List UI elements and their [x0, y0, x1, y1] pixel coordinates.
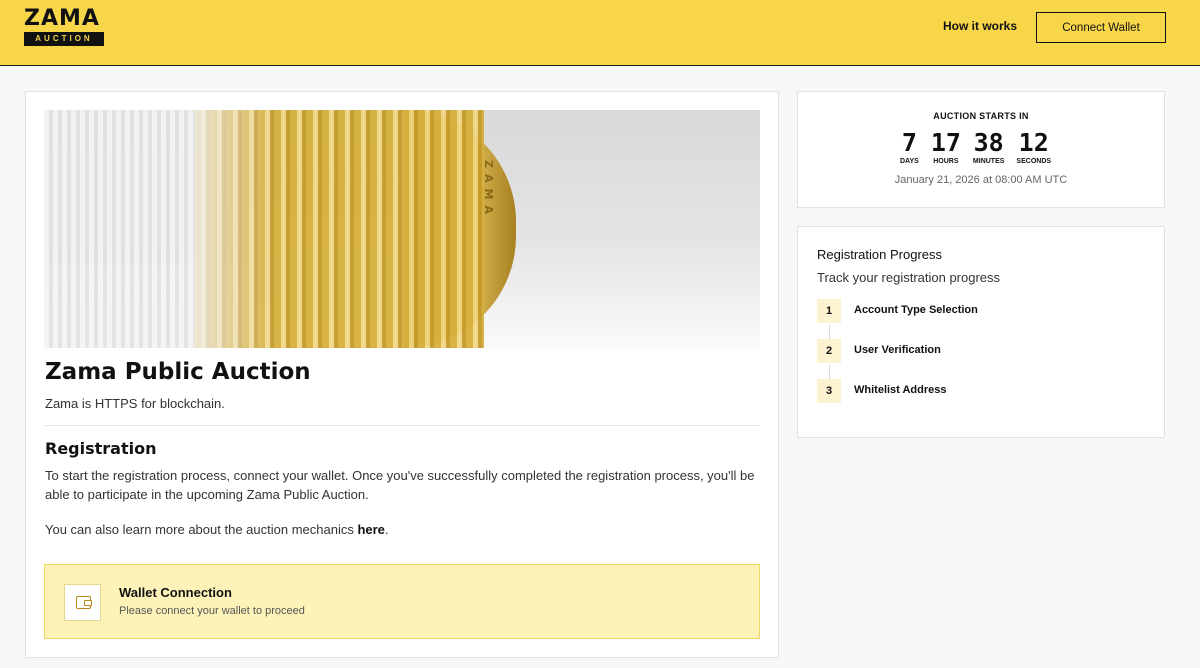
step-label: Account Type Selection: [854, 304, 978, 316]
section-divider: [44, 425, 760, 426]
page-subtitle: Zama is HTTPS for blockchain.: [45, 396, 225, 411]
auction-start-date: January 21, 2026 at 08:00 AM UTC: [894, 174, 1068, 186]
zama-auction-logo[interactable]: ZAMA AUCTION: [24, 8, 106, 46]
top-header: ZAMA AUCTION How it works Connect Wallet: [0, 0, 1200, 66]
minutes-value: 38: [973, 128, 1004, 157]
hero-coin-image: ZAMA: [44, 110, 760, 348]
countdown-seconds: 12 SECONDS: [1016, 128, 1052, 166]
hero-motion-streaks: [44, 110, 194, 348]
progress-subtitle: Track your registration progress: [817, 270, 1001, 285]
learn-more-link[interactable]: here: [357, 522, 384, 537]
seconds-label: SECONDS: [1016, 158, 1052, 165]
wallet-connection-notice: Wallet Connection Please connect your wa…: [44, 564, 760, 639]
minutes-label: MINUTES: [972, 158, 1005, 165]
countdown-label: AUCTION STARTS IN: [933, 111, 1029, 121]
learn-more-text: You can also learn more about the auctio…: [45, 522, 389, 537]
learn-more-prefix: You can also learn more about the auctio…: [45, 522, 358, 537]
learn-more-suffix: .: [384, 522, 389, 537]
wallet-icon: [76, 596, 92, 609]
registration-progress-card: Registration Progress Track your registr…: [797, 226, 1165, 438]
coin-blur-fade: [194, 110, 274, 348]
step-connector: [829, 365, 830, 379]
hours-value: 17: [930, 128, 961, 157]
progress-step-1: 1 Account Type Selection: [817, 299, 1147, 323]
step-number: 3: [817, 379, 841, 403]
seconds-value: 12: [1018, 128, 1049, 157]
step-number: 2: [817, 339, 841, 363]
how-it-works-link[interactable]: How it works: [943, 19, 1017, 33]
wallet-icon-container: [64, 584, 101, 621]
coin-engraving: ZAMA: [482, 160, 495, 220]
days-label: DAYS: [900, 158, 919, 165]
progress-step-3: 3 Whitelist Address: [817, 379, 1147, 403]
progress-title: Registration Progress: [817, 247, 942, 262]
countdown-card: AUCTION STARTS IN 7 DAYS 17 HOURS 38 MIN…: [797, 91, 1165, 208]
countdown-hours: 17 HOURS: [930, 128, 961, 166]
step-number: 1: [817, 299, 841, 323]
connect-wallet-button[interactable]: Connect Wallet: [1036, 12, 1166, 43]
hours-label: HOURS: [933, 158, 959, 165]
countdown-days: 7 DAYS: [900, 128, 919, 166]
step-label: User Verification: [854, 344, 941, 356]
wallet-notice-title: Wallet Connection: [119, 585, 232, 600]
page-title: Zama Public Auction: [45, 359, 311, 385]
step-connector: [829, 325, 830, 339]
countdown-units: 7 DAYS 17 HOURS 38 MINUTES 12 SECONDS: [900, 128, 1063, 166]
registration-description: To start the registration process, conne…: [45, 468, 755, 502]
wallet-notice-subtitle: Please connect your wallet to proceed: [119, 605, 305, 617]
progress-step-2: 2 User Verification: [817, 339, 1147, 363]
days-value: 7: [901, 128, 917, 157]
logo-wordmark: ZAMA: [24, 6, 100, 31]
auction-main-card: ZAMA Zama Public Auction Zama is HTTPS f…: [25, 91, 779, 658]
step-label: Whitelist Address: [854, 384, 947, 396]
countdown-minutes: 38 MINUTES: [972, 128, 1005, 166]
logo-subtitle: AUCTION: [24, 32, 104, 46]
registration-heading: Registration: [45, 439, 157, 458]
